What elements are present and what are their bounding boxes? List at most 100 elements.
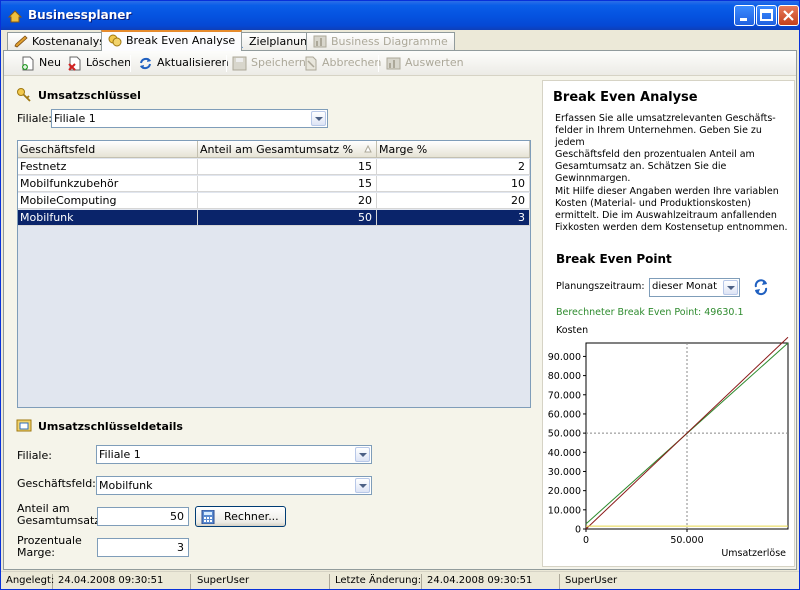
refresh-button[interactable]: Aktualisieren: [138, 54, 229, 73]
cell-marge: 2: [377, 159, 530, 175]
close-button[interactable]: [778, 5, 799, 26]
info-line: Gesamtumsatz an. Schätzen Sie die: [555, 161, 727, 172]
close-icon: [783, 10, 794, 21]
save-label: Speichern: [251, 56, 306, 69]
cell-geschaeftsfeld: Mobilfunk: [18, 210, 198, 226]
cell-anteil: 15: [198, 159, 377, 175]
cell-anteil: 15: [198, 176, 377, 192]
status-bar: Angelegt: 24.04.2008 09:30:51 SuperUser …: [1, 571, 799, 589]
new-button[interactable]: Neu: [20, 54, 61, 73]
info-line: Fixkosten werden dem Kostensetup entnomm…: [555, 222, 788, 233]
chevron-down-icon[interactable]: [355, 478, 370, 493]
info-line: Kosten (Material- und Produktionskosten): [555, 198, 751, 209]
tab-label: Kostenanalyse: [32, 35, 112, 48]
maximize-icon: [760, 9, 773, 21]
y-tick-label: 90.000: [548, 352, 581, 363]
toolbar-separator: [130, 55, 131, 72]
tab-strip: Kostenanalyse Break Even Analyse Zielpla…: [5, 30, 795, 51]
save-button[interactable]: Speichern: [232, 54, 306, 73]
title-bar[interactable]: Businessplaner: [1, 1, 799, 30]
cell-marge: 10: [377, 176, 530, 192]
cell-marge: 3: [377, 210, 530, 226]
tab-label: Break Even Analyse: [126, 34, 236, 47]
delete-icon: [68, 56, 81, 71]
cell-anteil: 20: [198, 193, 377, 209]
table-row[interactable]: MobileComputing 20 20: [18, 193, 530, 209]
coins-icon: [108, 34, 122, 47]
rechner-label: Rechner...: [224, 510, 279, 523]
y-tick-label: 20.000: [548, 486, 581, 497]
column-header-anteil[interactable]: Anteil am Gesamtumsatz %: [198, 141, 377, 158]
tab-business-diagramme[interactable]: Business Diagramme: [306, 32, 455, 50]
column-header-marge[interactable]: Marge %: [377, 141, 530, 158]
y-tick-label: 10.000: [548, 505, 581, 516]
cancel-button[interactable]: Abbrechen: [303, 54, 381, 73]
cell-geschaeftsfeld: Mobilfunkzubehör: [18, 176, 198, 192]
chevron-down-icon[interactable]: [723, 280, 738, 295]
minimize-button[interactable]: [734, 5, 755, 26]
tab-label: Business Diagramme: [331, 35, 448, 48]
window-title: Businessplaner: [28, 8, 132, 22]
evaluate-icon: [386, 57, 401, 70]
marge-input[interactable]: 3: [97, 538, 189, 557]
anteil-label-line2: Gesamtumsatz:: [17, 514, 104, 527]
tab-break-even-analyse[interactable]: Break Even Analyse: [101, 30, 243, 51]
changed-value: 24.04.2008 09:30:51: [424, 574, 560, 589]
umsatzschluessel-grid[interactable]: Geschäftsfeld Anteil am Gesamtumsatz % M…: [17, 140, 531, 408]
marge-label-line2: Marge:: [17, 546, 56, 559]
refresh-icon[interactable]: [752, 278, 770, 296]
details-filiale-select[interactable]: Filiale 1: [96, 445, 372, 464]
info-line: Mit Hilfe dieser Angaben werden Ihre var…: [555, 186, 779, 197]
chevron-down-icon[interactable]: [311, 111, 326, 126]
cancel-label: Abbrechen: [322, 56, 382, 69]
cancel-icon: [305, 56, 317, 71]
y-tick-label: 0: [575, 525, 581, 536]
table-row[interactable]: Festnetz 15 2: [18, 159, 530, 175]
info-line: Geschäftsfeld den prozentualen Anteil am: [555, 149, 755, 160]
break-even-chart: Kosten 0 10.000 20.000 30.000 40.000 50.000 60.…: [548, 325, 789, 559]
period-select[interactable]: dieser Monat: [649, 278, 740, 297]
chart-icon: [313, 35, 327, 48]
y-axis-label: Kosten: [556, 325, 588, 336]
column-header-geschaeftsfeld[interactable]: Geschäftsfeld: [18, 141, 198, 158]
cell-geschaeftsfeld: MobileComputing: [18, 193, 198, 209]
geschaeftsfeld-select[interactable]: Mobilfunk: [96, 476, 372, 495]
y-tick-label: 60.000: [548, 409, 581, 420]
delete-label: Löschen: [86, 56, 132, 69]
evaluate-label: Auswerten: [405, 56, 464, 69]
app-icon: [7, 10, 23, 23]
created-label: Angelegt:: [3, 574, 54, 589]
delete-button[interactable]: Löschen: [67, 54, 131, 73]
y-tick-label: 30.000: [548, 467, 581, 478]
filiale-select[interactable]: Filiale 1: [51, 109, 328, 128]
keys-icon: [17, 88, 31, 102]
anteil-input[interactable]: 50: [97, 507, 189, 526]
info-panel: Break Even Analyse Erfassen Sie alle ums…: [542, 80, 795, 567]
period-value: dieser Monat: [652, 281, 718, 292]
geschaeftsfeld-label: Geschäftsfeld:: [17, 477, 96, 490]
toolbar-separator: [378, 55, 379, 72]
toolbar-separator: [226, 55, 227, 72]
details-folder-icon: [16, 419, 32, 432]
umsatzschluessel-title: Umsatzschlüssel: [38, 89, 141, 102]
info-line: Gewinnmargen.: [555, 173, 631, 184]
x-axis-label: Umsatzerlöse: [721, 548, 786, 559]
bep-result: Berechneter Break Even Point: 49630.1: [556, 307, 744, 318]
table-row[interactable]: Mobilfunkzubehör 15 10: [18, 176, 530, 192]
table-row-selected[interactable]: Mobilfunk 50 3: [18, 210, 530, 226]
rechner-button[interactable]: Rechner...: [195, 506, 286, 527]
maximize-button[interactable]: [756, 5, 777, 26]
column-header-anteil-label: Anteil am Gesamtumsatz %: [200, 143, 354, 156]
details-filiale-value: Filiale 1: [99, 448, 141, 461]
main-window: Businessplaner Kostenanalyse Break Even …: [0, 0, 800, 590]
filiale-select-value: Filiale 1: [54, 112, 96, 125]
evaluate-button[interactable]: Auswerten: [386, 54, 464, 73]
refresh-icon: [140, 57, 151, 70]
cell-marge: 20: [377, 193, 530, 209]
cell-anteil: 50: [198, 210, 377, 226]
period-label: Planungszeitraum:: [556, 281, 645, 292]
toolbar: Neu Löschen Aktualisieren Speichern Abbr…: [4, 51, 796, 76]
chevron-down-icon[interactable]: [355, 447, 370, 462]
x-tick-label: 50.000: [670, 535, 703, 546]
filiale-label: Filiale:: [17, 112, 52, 125]
